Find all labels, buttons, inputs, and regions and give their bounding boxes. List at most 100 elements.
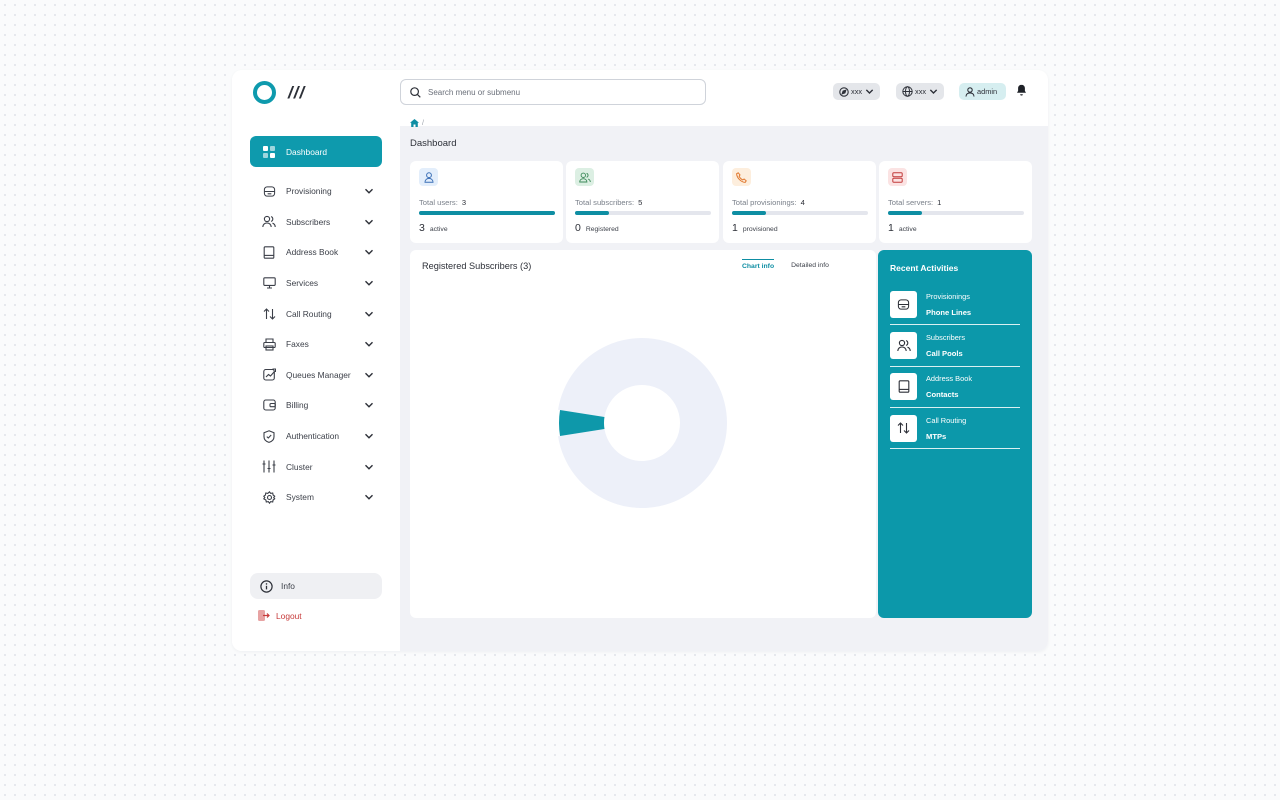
users-icon <box>262 215 276 229</box>
language-selector-label: xxx <box>915 87 927 96</box>
sidebar-item-label: Faxes <box>286 339 309 350</box>
stat-label-text: Total provisionings: <box>732 198 797 207</box>
sidebar-item-queues-manager[interactable]: Queues Manager <box>250 360 382 391</box>
language-selector[interactable]: xxx <box>896 83 945 100</box>
stat-footer: 1 active <box>888 222 917 234</box>
stat-card-subscribers: Total subscribers: 5 0 Registered <box>566 161 719 243</box>
activity-name: Contacts <box>926 390 959 400</box>
sidebar-item-label: Call Routing <box>286 308 332 319</box>
stat-footer-label: provisioned <box>742 226 778 233</box>
sidebar-item-billing[interactable]: Billing <box>250 390 382 421</box>
server-selector[interactable]: xxx <box>833 83 881 100</box>
search-box[interactable] <box>400 79 706 105</box>
sidebar-item-call-routing[interactable]: Call Routing <box>250 298 382 329</box>
activity-item[interactable]: Address Book Contacts <box>890 367 1020 408</box>
sidebar-item-label: Queues Manager <box>286 369 351 380</box>
sidebar-item-label: Subscribers <box>286 216 331 227</box>
compass-icon <box>839 86 849 97</box>
sidebar-item-faxes[interactable]: Faxes <box>250 329 382 360</box>
info-label: Info <box>281 581 295 591</box>
info-icon <box>260 579 273 593</box>
breadcrumb: / <box>410 119 424 127</box>
user-icon <box>419 168 438 186</box>
sidebar-item-services[interactable]: Services <box>250 268 382 299</box>
chevron-down-icon <box>364 462 374 472</box>
sidebar-item-address-book[interactable]: Address Book <box>250 237 382 268</box>
stat-label: Total subscribers: 5 <box>575 198 642 207</box>
main-content: / Dashboard Total users: 3 3 active Total … <box>400 119 1048 651</box>
stat-value: 4 <box>800 198 805 207</box>
stat-footer-value: 0 <box>575 222 581 234</box>
sidebar-item-label: System <box>286 492 314 503</box>
breadcrumb-separator: / <box>422 119 424 127</box>
recent-activities-panel: Recent Activities Provisionings Phone Lin… <box>878 250 1032 618</box>
logout-button[interactable]: Logout <box>258 610 302 621</box>
logo[interactable]: /// <box>253 81 305 104</box>
sidebar-item-system[interactable]: System <box>250 482 382 513</box>
chevron-down-icon <box>364 217 374 227</box>
activity-category: Address Book <box>926 374 973 384</box>
server-icon <box>888 168 907 186</box>
stat-card-provisionings: Total provisionings: 4 1 provisioned <box>723 161 876 243</box>
stat-footer-label: active <box>898 226 917 233</box>
sidebar-item-label: Dashboard <box>286 146 327 157</box>
chevron-down-icon <box>865 87 874 96</box>
stat-footer: 0 Registered <box>575 222 619 234</box>
sidebar-item-authentication[interactable]: Authentication <box>250 421 382 452</box>
progress-bar <box>888 211 1024 215</box>
app-window: /// Dashboard Provisioning Subscribers A… <box>232 70 1048 651</box>
search-input[interactable] <box>428 87 678 97</box>
logo-text: /// <box>288 82 306 102</box>
activities-list: Provisionings Phone Lines Subscribers Call… <box>890 284 1020 450</box>
progress-bar <box>419 211 555 215</box>
sidebar-item-provisioning[interactable]: Provisioning <box>250 176 382 207</box>
stat-footer-value: 3 <box>419 222 425 234</box>
sidebar: /// Dashboard Provisioning Subscribers A… <box>232 70 400 651</box>
home-icon[interactable] <box>410 119 419 127</box>
activities-title: Recent Activities <box>890 263 959 273</box>
sidebar-item-label: Cluster <box>286 461 313 472</box>
chevron-down-icon <box>929 87 938 96</box>
progress-bar <box>575 211 711 215</box>
sidebar-item-subscribers[interactable]: Subscribers <box>250 207 382 238</box>
search-icon <box>410 86 421 98</box>
activity-category: Call Routing <box>926 415 967 425</box>
sliders-icon <box>262 460 276 474</box>
sidebar-item-label: Billing <box>286 400 309 411</box>
phone-icon <box>732 168 751 186</box>
activity-item[interactable]: Call Routing MTPs <box>890 408 1020 450</box>
page-title: Dashboard <box>410 138 457 149</box>
stat-label: Total provisionings: 4 <box>732 198 805 207</box>
user-menu[interactable]: admin <box>959 83 1006 100</box>
stat-label-text: Total subscribers: <box>575 198 635 207</box>
stat-footer: 1 provisioned <box>732 222 778 234</box>
stat-value: 1 <box>937 198 942 207</box>
activity-item[interactable]: Provisionings Phone Lines <box>890 284 1020 326</box>
server-selector-label: xxx <box>851 87 863 96</box>
info-button[interactable]: Info <box>250 573 382 599</box>
chevron-down-icon <box>364 431 374 441</box>
book-icon <box>262 245 276 259</box>
stat-footer-value: 1 <box>732 222 738 234</box>
chevron-down-icon <box>364 400 374 410</box>
users-icon <box>890 331 917 359</box>
registered-subscribers-card: Registered Subscribers (3) Chart info De… <box>410 250 876 618</box>
progress-fill <box>575 211 609 215</box>
chevron-down-icon <box>364 247 374 257</box>
sidebar-item-cluster[interactable]: Cluster <box>250 451 382 482</box>
sidebar-item-label: Provisioning <box>286 186 332 197</box>
shield-icon <box>262 429 276 443</box>
stat-value: 5 <box>638 198 643 207</box>
chevron-down-icon <box>364 278 374 288</box>
activity-name: Phone Lines <box>926 307 972 317</box>
bell-icon[interactable] <box>1016 84 1027 96</box>
chart-trend-icon <box>262 368 276 382</box>
stat-label: Total servers: 1 <box>888 198 941 207</box>
progress-bar <box>732 211 868 215</box>
activity-item[interactable]: Subscribers Call Pools <box>890 325 1020 367</box>
activity-category: Provisionings <box>926 291 970 301</box>
stat-card-servers: Total servers: 1 1 active <box>879 161 1032 243</box>
sidebar-item-dashboard[interactable]: Dashboard <box>250 136 382 167</box>
activity-name: Call Pools <box>926 348 963 358</box>
sidebar-item-label: Authentication <box>286 431 340 442</box>
